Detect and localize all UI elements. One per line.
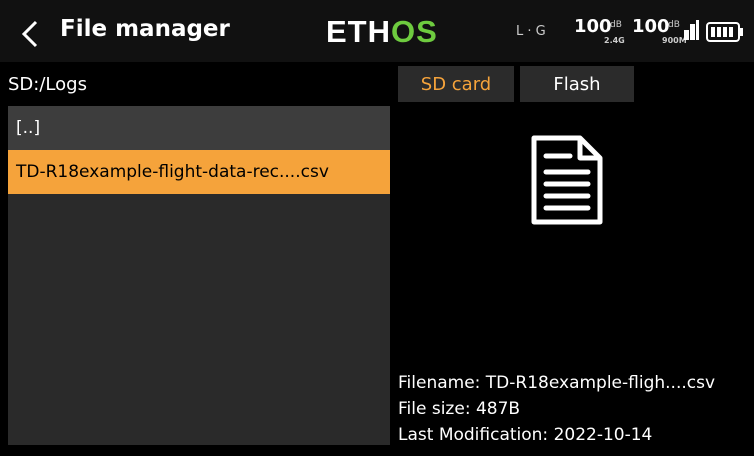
document-icon bbox=[531, 135, 603, 225]
status-area: L · G 100 dB 2.4G 100 dB 900M bbox=[516, 14, 746, 50]
file-list: [..] TD-R18example-flight-data-rec....cs… bbox=[8, 106, 390, 445]
tab-flash[interactable]: Flash bbox=[520, 66, 634, 102]
back-arrow-icon bbox=[21, 20, 38, 48]
detail-filename: Filename: TD-R18example-fligh....csv bbox=[398, 373, 716, 393]
detail-modified: Last Modification: 2022-10-14 bbox=[398, 425, 653, 445]
current-path: SD:/Logs bbox=[8, 74, 87, 95]
rssi-2g4: 100 dB 2.4G bbox=[574, 16, 625, 45]
file-details: Filename: TD-R18example-fligh....csv Fil… bbox=[398, 370, 715, 448]
battery-icon bbox=[706, 22, 743, 42]
list-item-selected-file[interactable]: TD-R18example-flight-data-rec....csv bbox=[8, 150, 390, 194]
top-bar: File manager ETHOS L · G 100 dB 2.4G 100… bbox=[0, 0, 754, 62]
page-title: File manager bbox=[60, 16, 230, 42]
tab-sd-card[interactable]: SD card bbox=[398, 66, 514, 102]
rssi-900m: 100 dB 900M bbox=[632, 16, 687, 45]
back-button[interactable] bbox=[10, 10, 50, 58]
list-item-parent-dir[interactable]: [..] bbox=[8, 106, 390, 150]
signal-bars-icon bbox=[684, 20, 699, 40]
detail-filesize: File size: 487B bbox=[398, 399, 521, 419]
telemetry-indicator: L · G bbox=[516, 24, 546, 39]
ethos-logo: ETHOS bbox=[326, 14, 438, 49]
